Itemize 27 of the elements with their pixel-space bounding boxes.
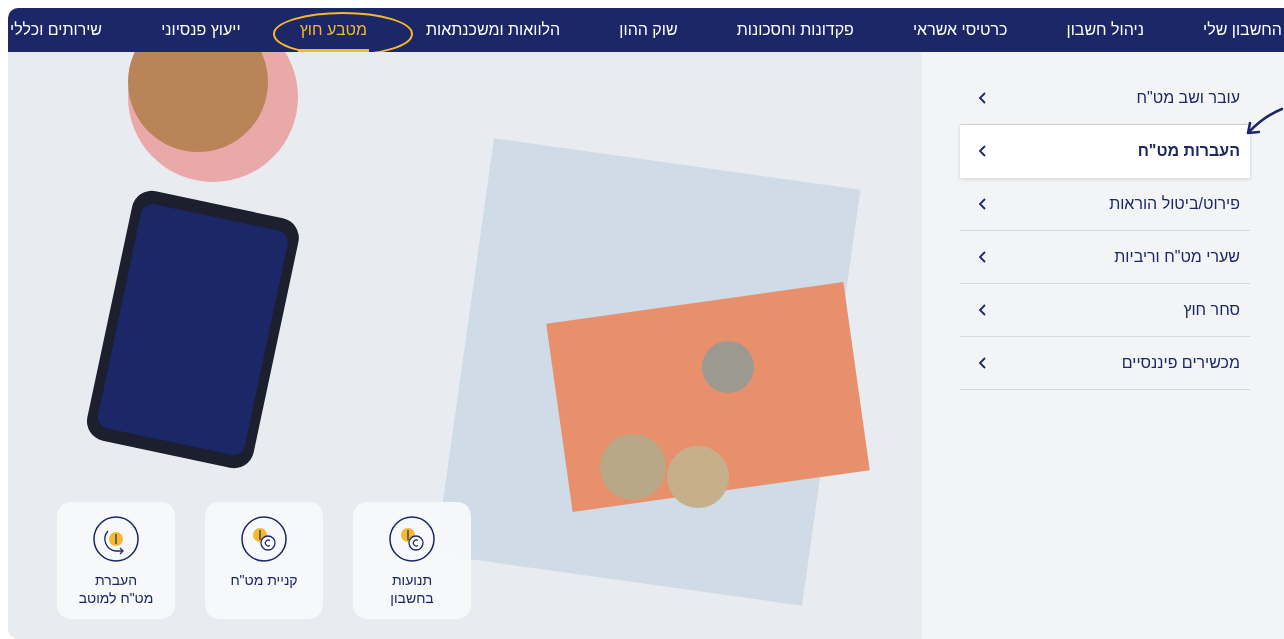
nav-tab[interactable]: פקדונות וחסכונות bbox=[734, 8, 856, 52]
nav-tab[interactable]: החשבון שלי bbox=[1201, 8, 1284, 52]
nav-tab[interactable]: ניהול חשבון bbox=[1064, 8, 1146, 52]
chevron-left-icon bbox=[978, 145, 988, 157]
coin-cycle-icon bbox=[92, 515, 140, 563]
chevron-left-icon bbox=[978, 92, 988, 104]
coins-icon bbox=[388, 515, 436, 563]
chevron-left-icon bbox=[978, 357, 988, 369]
coins-icon bbox=[240, 515, 288, 563]
menu-item[interactable]: סחר חוץ bbox=[960, 284, 1250, 337]
nav-tab[interactable]: כרטיסי אשראי bbox=[910, 8, 1010, 52]
chevron-left-icon bbox=[978, 251, 988, 263]
nav-tab[interactable]: מטבע חוץ bbox=[297, 8, 369, 52]
menu-item[interactable]: פירוט/ביטול הוראות bbox=[960, 178, 1250, 231]
quick-action-tile[interactable]: תנועות בחשבון bbox=[353, 502, 471, 619]
nav-tab[interactable]: שוק ההון bbox=[617, 8, 680, 52]
menu-item[interactable]: שערי מט"ח וריביות bbox=[960, 231, 1250, 284]
chevron-left-icon bbox=[978, 304, 988, 316]
nav-tab[interactable]: שירותים וכללי bbox=[8, 8, 105, 52]
quick-action-tile[interactable]: קניית מט"ח bbox=[205, 502, 323, 619]
nav-tab[interactable]: ייעוץ פנסיוני bbox=[159, 8, 243, 52]
chevron-left-icon bbox=[978, 198, 988, 210]
menu-item[interactable]: העברות מט"ח bbox=[960, 125, 1250, 178]
menu-item[interactable]: מכשירים פיננסיים bbox=[960, 337, 1250, 390]
nav-tab[interactable]: הלוואות ומשכנתאות bbox=[424, 8, 563, 52]
quick-action-tile[interactable]: העברת מט"ח למוטב bbox=[57, 502, 175, 619]
pointer-arrow bbox=[1244, 106, 1284, 136]
